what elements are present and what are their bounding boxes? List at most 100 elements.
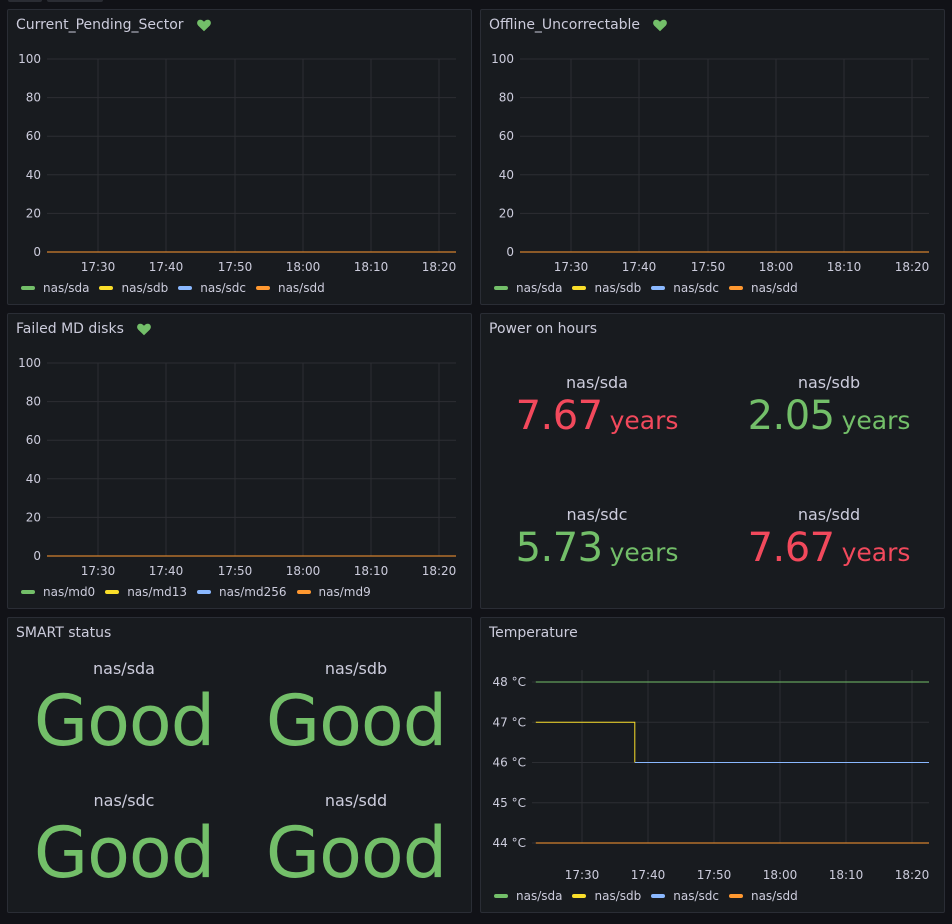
x-tick-label: 17:30 bbox=[565, 868, 600, 882]
stat-value: 7.67 years bbox=[713, 525, 944, 571]
y-tick-label: 0 bbox=[33, 549, 41, 563]
y-tick-label: 40 bbox=[26, 168, 41, 182]
legend: nas/sda nas/sdb nas/sdc nas/sdd bbox=[21, 281, 325, 295]
x-tick-label: 17:30 bbox=[554, 260, 589, 274]
x-tick-label: 17:40 bbox=[622, 260, 657, 274]
legend-label: nas/sda bbox=[43, 281, 90, 295]
panel-smart-status: SMART status nas/sda Good nas/sdb Good n… bbox=[7, 617, 472, 913]
legend-label: nas/sdb bbox=[594, 889, 642, 903]
y-tick-label: 60 bbox=[499, 129, 514, 143]
legend-item-sdb[interactable]: nas/sdb bbox=[99, 281, 168, 295]
legend-item-sda[interactable]: nas/sda bbox=[21, 281, 89, 295]
legend-swatch bbox=[572, 894, 587, 898]
stat-number: 2.05 bbox=[747, 393, 836, 439]
x-tick-label: 17:40 bbox=[631, 868, 666, 882]
y-tick-label: 45 °C bbox=[493, 796, 526, 810]
legend-swatch bbox=[296, 590, 311, 594]
y-tick-label: 80 bbox=[26, 395, 41, 409]
y-tick-label: 20 bbox=[26, 510, 41, 524]
legend-label: nas/sdd bbox=[277, 281, 325, 295]
y-tick-label: 80 bbox=[26, 91, 41, 105]
x-tick-label: 17:40 bbox=[149, 564, 184, 578]
legend-item-sdc[interactable]: nas/sdc bbox=[651, 281, 719, 295]
y-tick-label: 100 bbox=[491, 52, 514, 66]
legend-item-sdb[interactable]: nas/sdb bbox=[572, 889, 641, 903]
legend-swatch bbox=[99, 286, 114, 290]
smart-stat-sdd: nas/sdd Good bbox=[240, 791, 471, 888]
legend-label: nas/md256 bbox=[219, 585, 287, 599]
x-tick-label: 17:30 bbox=[81, 564, 116, 578]
legend-swatch bbox=[255, 286, 270, 290]
stat-label: nas/sda bbox=[93, 659, 155, 678]
smart-stat-sdc: nas/sdc Good bbox=[8, 791, 240, 888]
x-tick-label: 17:40 bbox=[149, 260, 184, 274]
panel-offline-uncorrectable: Offline_Uncorrectable 100 80 60 40 20 0 17:30 1… bbox=[480, 9, 945, 305]
y-tick-label: 100 bbox=[18, 52, 41, 66]
panel-title[interactable]: SMART status bbox=[16, 625, 111, 641]
legend-item-sda[interactable]: nas/sda bbox=[494, 281, 562, 295]
x-tick-label: 18:10 bbox=[354, 564, 389, 578]
x-tick-label: 18:00 bbox=[286, 564, 321, 578]
panel-title[interactable]: Power on hours bbox=[489, 321, 597, 337]
y-tick-label: 47 °C bbox=[493, 715, 526, 729]
x-tick-label: 17:50 bbox=[218, 260, 253, 274]
legend-item-sdb[interactable]: nas/sdb bbox=[572, 281, 641, 295]
legend-label: nas/md13 bbox=[127, 585, 188, 599]
legend-item-sdd[interactable]: nas/sdd bbox=[255, 281, 325, 295]
x-tick-label: 18:20 bbox=[895, 260, 930, 274]
power-stat-sdc: nas/sdc 5.73 years bbox=[481, 505, 713, 571]
legend-label: nas/sdc bbox=[673, 889, 719, 903]
legend-item-sdc[interactable]: nas/sdc bbox=[651, 889, 719, 903]
x-tick-label: 18:10 bbox=[354, 260, 389, 274]
legend-item-md256[interactable]: nas/md256 bbox=[197, 585, 287, 599]
power-stat-sdd: nas/sdd 7.67 years bbox=[713, 505, 944, 571]
chart-temperature[interactable]: 48 °C 47 °C 46 °C 45 °C 44 °C 17:30 17:40 17:50… bbox=[481, 618, 945, 913]
legend-swatch bbox=[21, 286, 35, 290]
stat-label: nas/sdb bbox=[797, 373, 861, 392]
panel-current-pending-sector: Current_Pending_Sector 100 80 60 40 20 0 17:30… bbox=[7, 9, 472, 305]
legend-label: nas/sda bbox=[516, 889, 563, 903]
y-tick-label: 40 bbox=[499, 168, 514, 182]
stat-unit: years bbox=[609, 406, 679, 435]
y-tick-label: 46 °C bbox=[493, 756, 526, 770]
legend-item-md13[interactable]: nas/md13 bbox=[105, 585, 187, 599]
y-tick-label: 44 °C bbox=[493, 836, 526, 850]
series-line-nas-sdb bbox=[535, 721, 636, 763]
legend-label: nas/sdc bbox=[200, 281, 246, 295]
legend-item-md0[interactable]: nas/md0 bbox=[21, 585, 95, 599]
chart-pending-sector[interactable]: 100 80 60 40 20 0 17:30 17:40 17:50 18:00 18:10 18:… bbox=[8, 10, 472, 305]
legend-label: nas/md9 bbox=[318, 585, 371, 599]
y-tick-label: 100 bbox=[18, 356, 41, 370]
chart-offline-uncorrectable[interactable]: 100 80 60 40 20 0 17:30 17:40 17:50 18:00 18:10 18:… bbox=[481, 10, 945, 305]
x-tick-label: 17:30 bbox=[81, 260, 116, 274]
stat-value: 7.67 years bbox=[481, 393, 713, 439]
legend-item-md9[interactable]: nas/md9 bbox=[296, 585, 371, 599]
legend-item-sdd[interactable]: nas/sdd bbox=[728, 281, 798, 295]
legend-item-sda[interactable]: nas/sda bbox=[494, 889, 562, 903]
legend-label: nas/sdb bbox=[121, 281, 169, 295]
power-stat-sda: nas/sda 7.67 years bbox=[481, 373, 713, 439]
legend-item-sdd[interactable]: nas/sdd bbox=[728, 889, 798, 903]
legend-swatch bbox=[728, 894, 743, 898]
y-tick-label: 60 bbox=[26, 433, 41, 447]
y-tick-label: 48 °C bbox=[493, 675, 526, 689]
stat-value: Good bbox=[265, 680, 447, 762]
smart-stat-sdb: nas/sdb Good bbox=[240, 659, 471, 762]
legend-swatch bbox=[572, 286, 587, 290]
x-tick-label: 18:20 bbox=[422, 260, 457, 274]
panel-title-text: Power on hours bbox=[489, 321, 598, 337]
y-tick-label: 20 bbox=[26, 206, 41, 220]
x-tick-label: 18:10 bbox=[827, 260, 862, 274]
smart-stat-sda: nas/sda Good bbox=[8, 659, 240, 756]
y-tick-label: 0 bbox=[33, 245, 41, 259]
legend-label: nas/sdd bbox=[750, 281, 798, 295]
stat-label: nas/sdd bbox=[797, 505, 861, 524]
top-bar-stub-1 bbox=[8, 0, 42, 2]
stat-label: nas/sdd bbox=[324, 791, 388, 810]
y-tick-label: 80 bbox=[499, 91, 514, 105]
x-tick-label: 18:20 bbox=[895, 868, 930, 882]
legend-item-sdc[interactable]: nas/sdc bbox=[178, 281, 246, 295]
chart-failed-md-disks[interactable]: 100 80 60 40 20 0 17:30 17:40 17:50 18:00 18:10 18:… bbox=[8, 314, 472, 609]
panel-failed-md-disks: Failed MD disks 100 80 60 40 20 0 17:30 17:40 17… bbox=[7, 313, 472, 609]
y-tick-label: 0 bbox=[506, 245, 514, 259]
